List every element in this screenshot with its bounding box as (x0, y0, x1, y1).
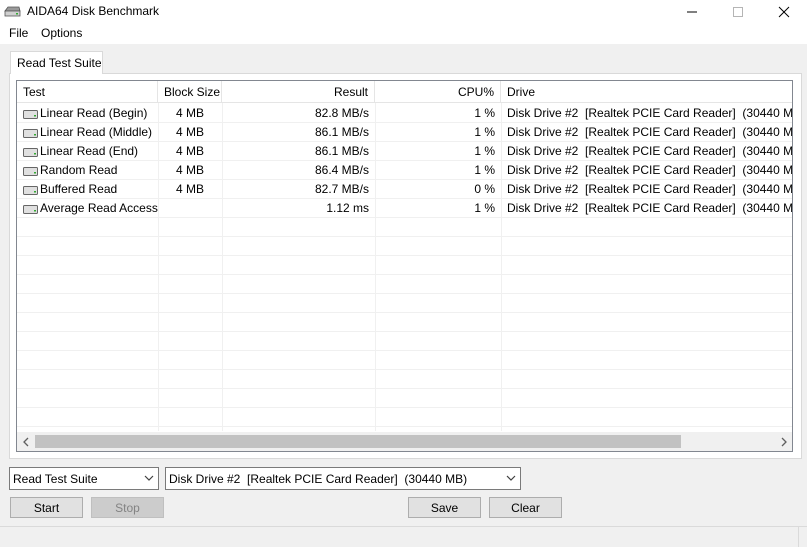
scrollbar-thumb[interactable] (35, 435, 681, 448)
table-row[interactable]: Buffered Read 4 MB 82.7 MB/s 0 % Disk Dr… (17, 180, 792, 199)
clear-button[interactable]: Clear (489, 497, 562, 518)
disk-drive-icon (23, 205, 38, 214)
chevron-right-icon (781, 437, 787, 446)
empty-row (17, 408, 792, 427)
chevron-down-icon (144, 475, 154, 481)
close-button[interactable] (761, 0, 807, 23)
cell-result: 86.1 MB/s (314, 144, 369, 158)
table-row[interactable]: Linear Read (End) 4 MB 86.1 MB/s 1 % Dis… (17, 142, 792, 161)
empty-row (17, 313, 792, 332)
column-header-drive[interactable]: Drive (501, 81, 792, 103)
table-row[interactable]: Average Read Access 1.12 ms 1 % Disk Dri… (17, 199, 792, 218)
cell-cpu: 1 % (474, 201, 495, 215)
table-row[interactable]: Random Read 4 MB 86.4 MB/s 1 % Disk Driv… (17, 161, 792, 180)
cell-block-size: 4 MB (176, 182, 205, 196)
minimize-icon (687, 11, 697, 12)
column-header-block-size[interactable]: Block Size (158, 81, 222, 103)
empty-row (17, 218, 792, 237)
menu-file[interactable]: File (9, 26, 28, 40)
disk-drive-icon (4, 6, 21, 17)
table-header: Test Block Size Result CPU% Drive (17, 81, 792, 103)
test-suite-select[interactable]: Read Test Suite (9, 467, 159, 490)
empty-row (17, 389, 792, 408)
disk-drive-icon (23, 129, 38, 138)
start-button[interactable]: Start (10, 497, 83, 518)
cell-drive: Disk Drive #2 [Realtek PCIE Card Reader]… (507, 182, 792, 196)
cell-cpu: 1 % (474, 106, 495, 120)
window-title: AIDA64 Disk Benchmark (27, 4, 160, 18)
title-bar: AIDA64 Disk Benchmark (0, 0, 807, 23)
maximize-icon (733, 6, 743, 17)
disk-drive-icon (23, 148, 38, 157)
cell-drive: Disk Drive #2 [Realtek PCIE Card Reader]… (507, 163, 792, 177)
save-button[interactable]: Save (408, 497, 481, 518)
stop-button[interactable]: Stop (91, 497, 164, 518)
table-row[interactable]: Linear Read (Middle) 4 MB 86.1 MB/s 1 % … (17, 123, 792, 142)
cell-drive: Disk Drive #2 [Realtek PCIE Card Reader]… (507, 144, 792, 158)
column-header-test[interactable]: Test (17, 81, 158, 103)
test-suite-select-value: Read Test Suite (13, 472, 98, 486)
empty-row (17, 237, 792, 256)
close-icon (778, 6, 790, 17)
disk-drive-icon (23, 110, 38, 119)
cell-test: Linear Read (Begin) (40, 106, 148, 120)
column-header-result[interactable]: Result (222, 81, 375, 103)
cell-result: 82.7 MB/s (314, 182, 369, 196)
scroll-right-button[interactable] (775, 432, 792, 451)
minimize-button[interactable] (669, 0, 715, 23)
empty-row (17, 256, 792, 275)
status-bar (0, 526, 807, 547)
chevron-down-icon (506, 475, 516, 481)
disk-drive-icon (23, 167, 38, 176)
cell-test: Random Read (40, 163, 118, 177)
empty-row (17, 332, 792, 351)
empty-row (17, 275, 792, 294)
cell-result: 1.12 ms (326, 201, 369, 215)
table-row[interactable]: Linear Read (Begin) 4 MB 82.8 MB/s 1 % D… (17, 104, 792, 123)
cell-block-size: 4 MB (176, 144, 205, 158)
cell-test: Average Read Access (40, 201, 158, 215)
cell-cpu: 1 % (474, 144, 495, 158)
cell-test: Linear Read (Middle) (40, 125, 153, 139)
cell-test: Linear Read (End) (40, 144, 139, 158)
empty-row (17, 351, 792, 370)
cell-test: Buffered Read (40, 182, 118, 196)
cell-cpu: 1 % (474, 163, 495, 177)
menu-bar: File Options (0, 23, 807, 44)
cell-block-size: 4 MB (176, 163, 205, 177)
empty-row (17, 294, 792, 313)
cell-cpu: 1 % (474, 125, 495, 139)
maximize-button[interactable] (715, 0, 761, 23)
menu-options[interactable]: Options (41, 26, 82, 40)
drive-select-value: Disk Drive #2 [Realtek PCIE Card Reader]… (169, 472, 468, 486)
empty-row (17, 370, 792, 389)
column-header-cpu[interactable]: CPU% (375, 81, 501, 103)
cell-block-size: 4 MB (176, 125, 205, 139)
chevron-left-icon (22, 437, 28, 446)
cell-drive: Disk Drive #2 [Realtek PCIE Card Reader]… (507, 125, 792, 139)
cell-result: 86.4 MB/s (314, 163, 369, 177)
cell-result: 82.8 MB/s (314, 106, 369, 120)
drive-select[interactable]: Disk Drive #2 [Realtek PCIE Card Reader]… (165, 467, 521, 490)
scroll-left-button[interactable] (17, 432, 34, 451)
tab-read-test-suite[interactable]: Read Test Suite (10, 51, 103, 74)
results-table: Test Block Size Result CPU% Drive Linear… (16, 80, 793, 452)
disk-drive-icon (23, 186, 38, 195)
cell-drive: Disk Drive #2 [Realtek PCIE Card Reader]… (507, 106, 792, 120)
cell-result: 86.1 MB/s (314, 125, 369, 139)
cell-drive: Disk Drive #2 [Realtek PCIE Card Reader]… (507, 201, 792, 215)
horizontal-scrollbar[interactable] (17, 432, 792, 451)
cell-cpu: 0 % (474, 182, 495, 196)
status-divider (798, 527, 799, 547)
cell-block-size: 4 MB (176, 106, 205, 120)
